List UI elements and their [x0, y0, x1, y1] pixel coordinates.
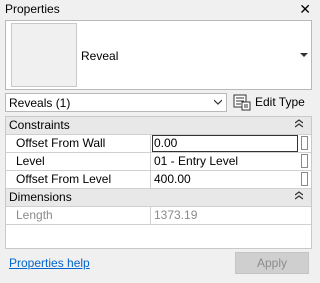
property-label: Level — [16, 154, 45, 168]
property-label-cell: Length — [6, 207, 151, 224]
edit-type-button[interactable]: Edit Type — [233, 93, 315, 112]
property-row-length: Length 1373.19 — [6, 207, 311, 225]
property-label-cell: Offset From Level — [6, 171, 151, 188]
offset-from-level-value[interactable]: 400.00 — [152, 171, 298, 188]
property-row-offset-from-wall[interactable]: Offset From Wall 0.00 — [6, 135, 311, 153]
property-label-cell: Level — [6, 153, 151, 170]
close-icon[interactable]: ✕ — [299, 1, 311, 17]
property-value: 01 - Entry Level — [154, 154, 239, 168]
palette-title: Properties — [5, 2, 60, 16]
properties-grid: Constraints Offset From Wall 0.00 Level … — [5, 116, 312, 249]
row-scroll-handle[interactable] — [299, 135, 311, 152]
property-value: 1373.19 — [154, 208, 198, 222]
properties-help-link[interactable]: Properties help — [9, 256, 90, 270]
property-label: Offset From Wall — [16, 136, 106, 150]
edit-type-icon — [233, 94, 251, 111]
row-scroll-handle[interactable] — [299, 171, 311, 188]
property-label-cell: Offset From Wall — [6, 135, 151, 152]
section-dimensions[interactable]: Dimensions — [6, 189, 311, 207]
section-constraints[interactable]: Constraints — [6, 117, 311, 135]
instance-filter-select[interactable]: Reveals (1) — [5, 93, 227, 112]
edit-type-label: Edit Type — [255, 95, 305, 109]
property-row-level[interactable]: Level 01 - Entry Level — [6, 153, 311, 171]
property-value: 0.00 — [154, 136, 178, 150]
property-label: Offset From Level — [16, 172, 112, 186]
property-row-offset-from-level[interactable]: Offset From Level 400.00 — [6, 171, 311, 189]
property-label: Length — [16, 208, 53, 222]
length-value: 1373.19 — [152, 207, 298, 224]
property-value: 400.00 — [154, 172, 191, 186]
row-scroll-handle[interactable] — [299, 153, 311, 170]
type-name: Reveal — [81, 49, 119, 63]
collapse-icon[interactable] — [295, 119, 303, 129]
type-preview-image — [11, 23, 77, 87]
section-label: Dimensions — [9, 190, 72, 204]
collapse-icon[interactable] — [295, 191, 303, 201]
type-selector[interactable]: Reveal — [5, 20, 312, 90]
offset-from-wall-input[interactable]: 0.00 — [152, 135, 298, 152]
section-label: Constraints — [9, 118, 70, 132]
dropdown-arrow-icon[interactable] — [300, 53, 308, 57]
instance-filter-value: Reveals (1) — [9, 96, 71, 110]
properties-palette: Properties ✕ Reveal Reveals (1) Edit Typ… — [0, 0, 317, 283]
title-bar: Properties ✕ — [0, 0, 317, 19]
level-value[interactable]: 01 - Entry Level — [152, 153, 298, 170]
chevron-down-icon — [214, 99, 222, 105]
apply-button[interactable]: Apply — [235, 252, 309, 274]
